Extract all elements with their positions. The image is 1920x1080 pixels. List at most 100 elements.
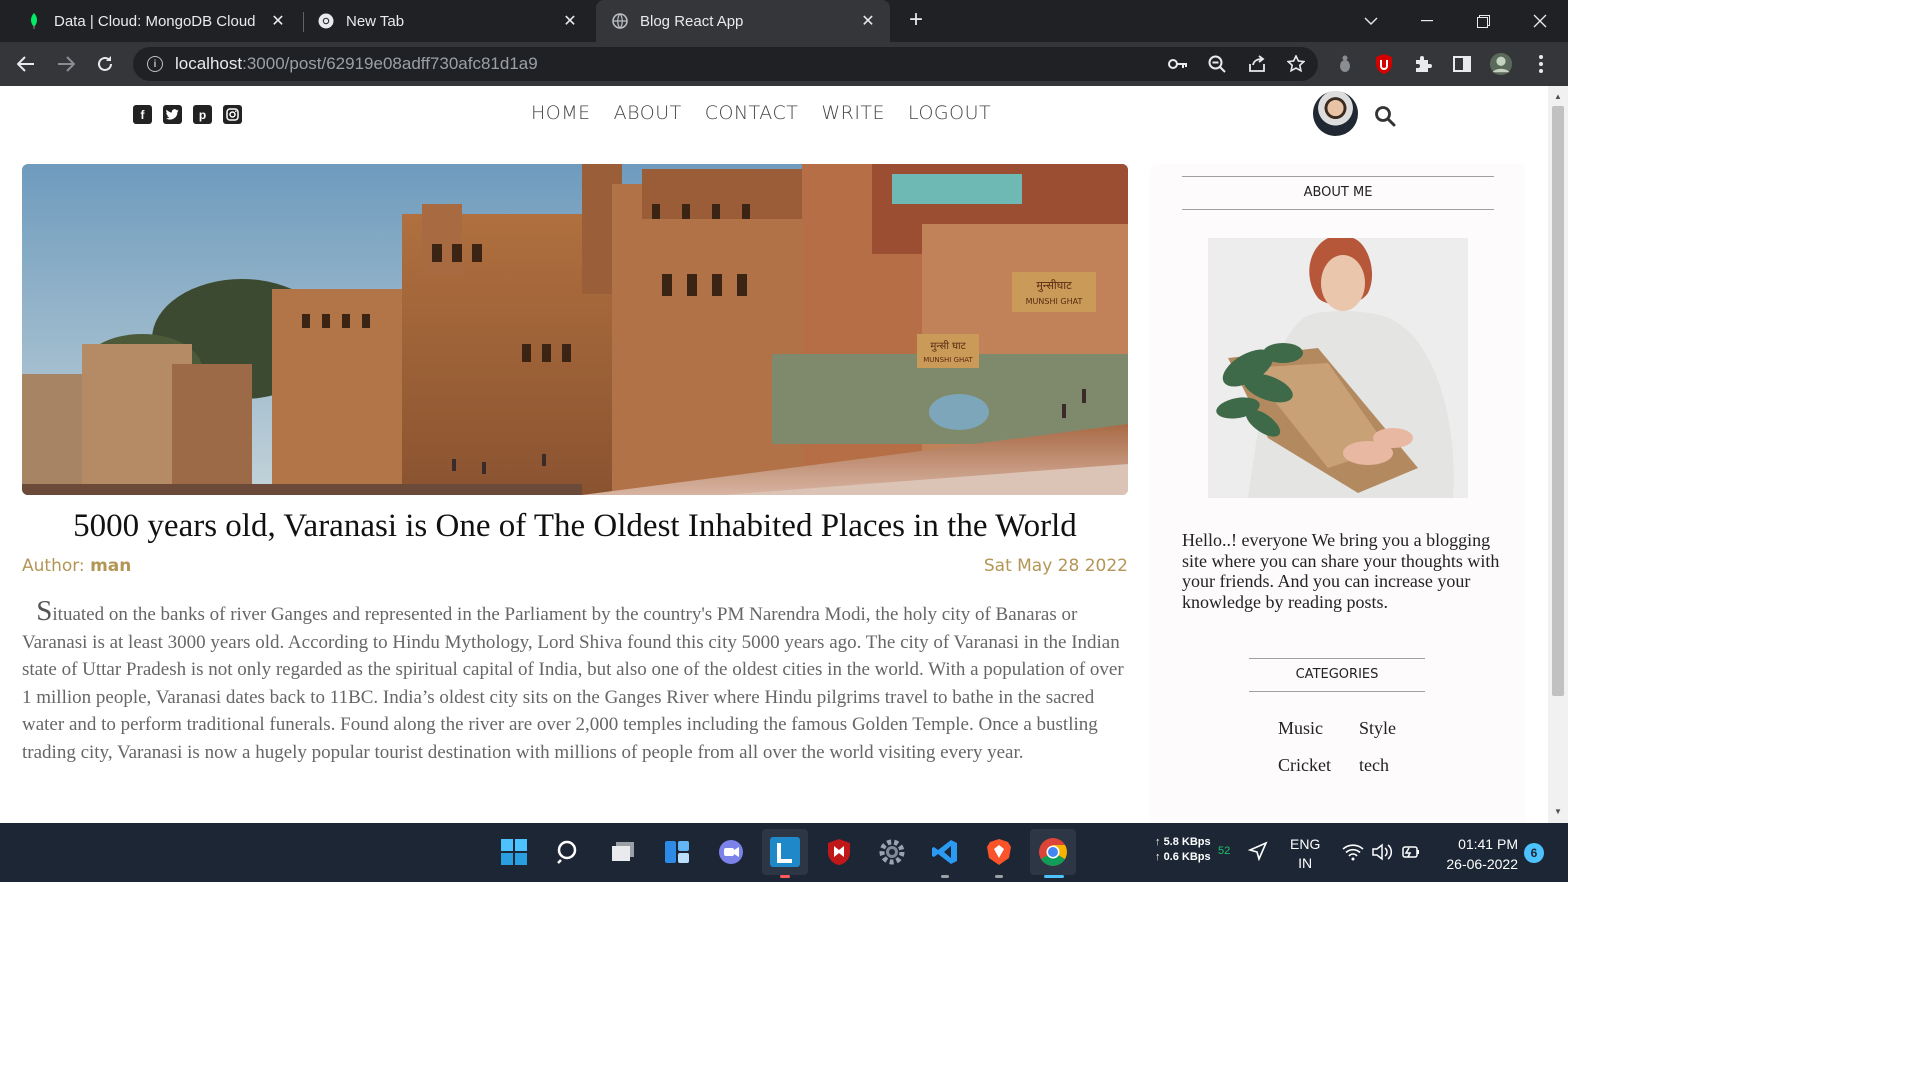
windows-start-icon[interactable]: [497, 835, 531, 869]
post-author: Author: man: [22, 556, 131, 576]
tab-blog-react-app[interactable]: Blog React App ✕: [596, 0, 890, 42]
browser-tab-strip: Data | Cloud: MongoDB Cloud ✕ New Tab ✕ …: [0, 0, 1568, 42]
net-upload: 5.8 KBps: [1163, 836, 1211, 848]
share-icon[interactable]: [1245, 52, 1269, 76]
widgets-icon[interactable]: [660, 835, 694, 869]
hero-sign-2-english: MUNSHI GHAT: [923, 356, 973, 364]
instagram-icon[interactable]: [223, 105, 242, 124]
profile-avatar-icon[interactable]: [1489, 52, 1513, 76]
post-date: Sat May 28 2022: [983, 556, 1128, 576]
new-tab-button[interactable]: +: [904, 8, 928, 32]
net-download: 0.6 KBps: [1163, 851, 1211, 863]
post-hero-image: मुन्सीघाट MUNSHI GHAT मुन्सी घाट MUNSHI …: [22, 164, 1128, 495]
windows-taskbar: ↑ 5.8 KBps ↑ 0.6 KBps 52 ENG IN 01:41 PM…: [0, 823, 1568, 882]
restore-button[interactable]: [1455, 0, 1511, 42]
close-tab-icon[interactable]: ✕: [856, 11, 880, 31]
social-links: f p: [133, 105, 242, 124]
clock[interactable]: 01:41 PM 26-06-2022: [1438, 834, 1518, 874]
tab-new-tab[interactable]: New Tab ✕: [292, 0, 592, 42]
page-scrollbar[interactable]: ▲ ▼: [1548, 86, 1568, 823]
volume-icon[interactable]: [1371, 843, 1393, 866]
user-avatar[interactable]: [1313, 91, 1358, 136]
ublock-extension-icon[interactable]: [1372, 52, 1396, 76]
task-view-icon[interactable]: [606, 835, 640, 869]
bookmark-star-icon[interactable]: [1284, 52, 1308, 76]
scroll-up-arrow-icon[interactable]: ▲: [1553, 92, 1563, 101]
pinterest-icon[interactable]: p: [193, 105, 212, 124]
close-tab-icon[interactable]: ✕: [266, 11, 290, 31]
browser-toolbar: i localhost:3000/post/62919e08adff730afc…: [0, 42, 1568, 86]
tab-search-icon[interactable]: [1343, 0, 1399, 42]
category-cricket[interactable]: Cricket: [1278, 755, 1359, 776]
post-title: 5000 years old, Varanasi is One of The O…: [73, 508, 1077, 544]
scroll-down-arrow-icon[interactable]: ▼: [1553, 807, 1563, 816]
tab-mongodb[interactable]: Data | Cloud: MongoDB Cloud ✕: [0, 0, 300, 42]
nav-about[interactable]: ABOUT: [614, 102, 682, 124]
chrome-taskbar-icon[interactable]: [1030, 829, 1076, 875]
nav-write[interactable]: WRITE: [821, 102, 885, 124]
hero-sign-1-hindi: मुन्सीघाट: [1036, 279, 1072, 292]
active-app-indicator: [1044, 875, 1064, 878]
taskbar-app-l[interactable]: [762, 829, 808, 875]
nav-logout[interactable]: LOGOUT: [908, 102, 991, 124]
close-tab-icon[interactable]: ✕: [558, 11, 582, 31]
minimize-button[interactable]: [1399, 0, 1455, 42]
post-body: Situated on the banks of river Ganges an…: [22, 595, 1128, 767]
extensions-puzzle-icon[interactable]: [1411, 52, 1435, 76]
twitter-icon[interactable]: [163, 105, 182, 124]
battery-charging-icon[interactable]: [1400, 843, 1422, 866]
forward-arrow-icon[interactable]: [52, 50, 80, 78]
running-indicator: [995, 875, 1003, 878]
search-icon[interactable]: [1374, 105, 1396, 127]
blog-page: f p HOME ABOUT CONTACT WRITE LOGOUT मुन्…: [0, 86, 1548, 823]
teams-chat-icon[interactable]: [714, 835, 748, 869]
clock-date: 26-06-2022: [1446, 856, 1518, 872]
mcafee-icon[interactable]: [822, 835, 856, 869]
facebook-icon[interactable]: f: [133, 105, 152, 124]
author-label: Author:: [22, 556, 91, 576]
key-icon[interactable]: [1166, 52, 1190, 76]
drop-cap: S: [36, 595, 53, 627]
location-arrow-icon[interactable]: [1247, 841, 1268, 866]
address-bar[interactable]: i localhost:3000/post/62919e08adff730afc…: [133, 47, 1318, 81]
main-nav: HOME ABOUT CONTACT WRITE LOGOUT: [531, 102, 991, 124]
reload-icon[interactable]: [91, 50, 119, 78]
back-arrow-icon[interactable]: [12, 50, 40, 78]
url-path: :3000/post/62919e08adff730afc81d1a9: [242, 54, 538, 73]
hero-sign-2-hindi: मुन्सी घाट: [930, 340, 966, 352]
nav-home[interactable]: HOME: [531, 102, 591, 124]
site-info-icon[interactable]: i: [147, 56, 163, 72]
side-panel-icon[interactable]: [1450, 52, 1474, 76]
running-indicator: [780, 875, 790, 878]
wifi-icon[interactable]: [1342, 843, 1364, 866]
about-me-title: ABOUT ME: [1182, 176, 1494, 210]
mongodb-leaf-icon: [26, 13, 42, 29]
clock-time: 01:41 PM: [1458, 836, 1518, 852]
brave-browser-icon[interactable]: [982, 835, 1016, 869]
extension-grey-icon[interactable]: [1333, 52, 1357, 76]
close-window-button[interactable]: [1512, 0, 1568, 42]
hero-sign-1-english: MUNSHI GHAT: [1026, 297, 1083, 306]
url-host: localhost: [175, 54, 243, 73]
nav-contact[interactable]: CONTACT: [705, 102, 799, 124]
category-music[interactable]: Music: [1278, 718, 1359, 739]
categories-title: CATEGORIES: [1249, 658, 1425, 692]
language-indicator[interactable]: ENG IN: [1290, 835, 1320, 873]
sidebar: ABOUT ME Hello..! everyone We bring you …: [1150, 164, 1526, 823]
network-speed-meter: ↑ 5.8 KBps ↑ 0.6 KBps: [1155, 836, 1211, 863]
search-taskbar-icon[interactable]: [552, 835, 586, 869]
category-style[interactable]: Style: [1359, 718, 1419, 739]
category-tech[interactable]: tech: [1359, 755, 1419, 776]
chrome-menu-icon[interactable]: [1529, 52, 1553, 76]
chrome-icon: [318, 13, 334, 29]
vscode-icon[interactable]: [928, 835, 962, 869]
zoom-out-icon[interactable]: [1205, 52, 1229, 76]
author-name-link[interactable]: man: [90, 556, 131, 576]
running-indicator: [941, 875, 949, 878]
notification-badge[interactable]: 6: [1524, 843, 1544, 863]
about-me-text: Hello..! everyone We bring you a bloggin…: [1182, 530, 1500, 612]
scrollbar-thumb[interactable]: [1552, 106, 1564, 696]
post-body-text: ituated on the banks of river Ganges and…: [22, 604, 1124, 763]
settings-gear-icon[interactable]: [875, 835, 909, 869]
globe-icon: [612, 13, 628, 29]
